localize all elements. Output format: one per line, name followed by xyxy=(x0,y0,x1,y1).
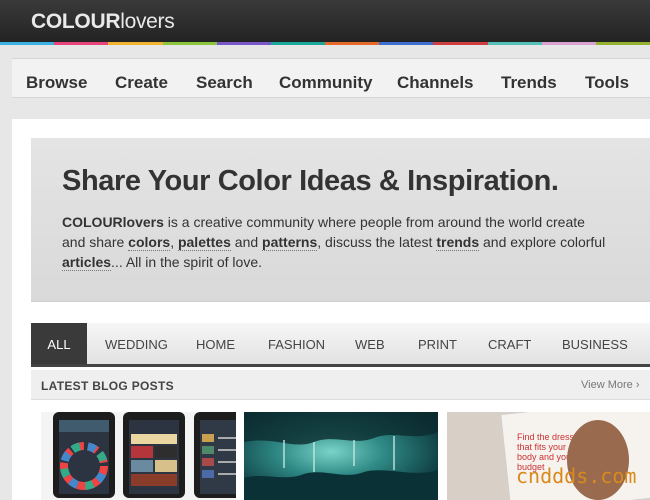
palette-swatches-icon xyxy=(131,434,177,486)
color-strip-segment xyxy=(108,42,163,45)
color-strip xyxy=(0,42,650,45)
color-strip-segment xyxy=(54,42,109,45)
color-wheel-icon xyxy=(59,420,109,490)
nav-search[interactable]: Search xyxy=(196,73,253,93)
category-tabs: ALL WEDDING HOME FASHION WEB PRINT CRAFT… xyxy=(31,323,650,367)
nav-trends[interactable]: Trends xyxy=(501,73,557,93)
hero-text-line-3: articles... All in the spirit of love. xyxy=(62,254,263,271)
top-bar: COLOURlovers xyxy=(0,0,650,44)
color-strip-segment xyxy=(162,42,217,45)
tab-web[interactable]: WEB xyxy=(355,323,385,364)
watermark: cnddds.com xyxy=(516,464,637,488)
blog-post-thumbnail[interactable] xyxy=(244,412,438,500)
color-strip-segment xyxy=(487,42,542,45)
color-strip-segment xyxy=(541,42,596,45)
link-articles[interactable]: articles xyxy=(62,254,112,271)
color-strip-segment xyxy=(433,42,488,45)
link-palettes[interactable]: palettes xyxy=(177,234,231,251)
color-strip-segment xyxy=(216,42,271,45)
cover-model-image xyxy=(567,420,629,500)
tab-fashion[interactable]: FASHION xyxy=(268,323,325,364)
tab-craft[interactable]: CRAFT xyxy=(488,323,531,364)
underwater-cave-image xyxy=(244,412,438,500)
color-strip-segment xyxy=(270,42,326,45)
brand-name: COLOURlovers xyxy=(62,214,164,230)
site-logo[interactable]: COLOURlovers xyxy=(31,10,175,34)
tab-all[interactable]: ALL xyxy=(31,323,87,364)
tab-print[interactable]: PRINT xyxy=(418,323,457,364)
menu-list-icon xyxy=(202,434,236,478)
phone-image xyxy=(123,412,185,498)
phone-image xyxy=(194,412,236,498)
nav-community[interactable]: Community xyxy=(279,73,373,93)
nav-browse[interactable]: Browse xyxy=(26,73,87,93)
link-trends[interactable]: trends xyxy=(436,234,480,251)
nav-channels[interactable]: Channels xyxy=(397,73,474,93)
view-more-link[interactable]: View More › xyxy=(581,379,639,391)
color-strip-segment xyxy=(595,42,650,45)
nav-tools[interactable]: Tools xyxy=(585,73,629,93)
phone-image xyxy=(53,412,115,498)
link-patterns[interactable]: patterns xyxy=(262,234,318,251)
section-title: LATEST BLOG POSTS xyxy=(41,379,174,393)
color-strip-segment xyxy=(0,42,55,45)
tab-wedding[interactable]: WEDDING xyxy=(105,323,168,364)
blog-post-thumbnail[interactable] xyxy=(41,412,236,500)
link-colors[interactable]: colors xyxy=(128,234,171,251)
hero-text-line-1: COLOURlovers is a creative community whe… xyxy=(62,214,585,230)
hero-text-line-2: and share colors, palettes and patterns,… xyxy=(62,234,606,251)
hero-title: Share Your Color Ideas & Inspiration. xyxy=(62,165,559,197)
tab-home[interactable]: HOME xyxy=(196,323,235,364)
nav-create[interactable]: Create xyxy=(115,73,168,93)
color-strip-segment xyxy=(325,42,380,45)
tab-business[interactable]: BUSINESS xyxy=(562,323,628,364)
main-nav: Browse Create Search Community Channels … xyxy=(12,58,650,98)
color-strip-segment xyxy=(379,42,434,45)
